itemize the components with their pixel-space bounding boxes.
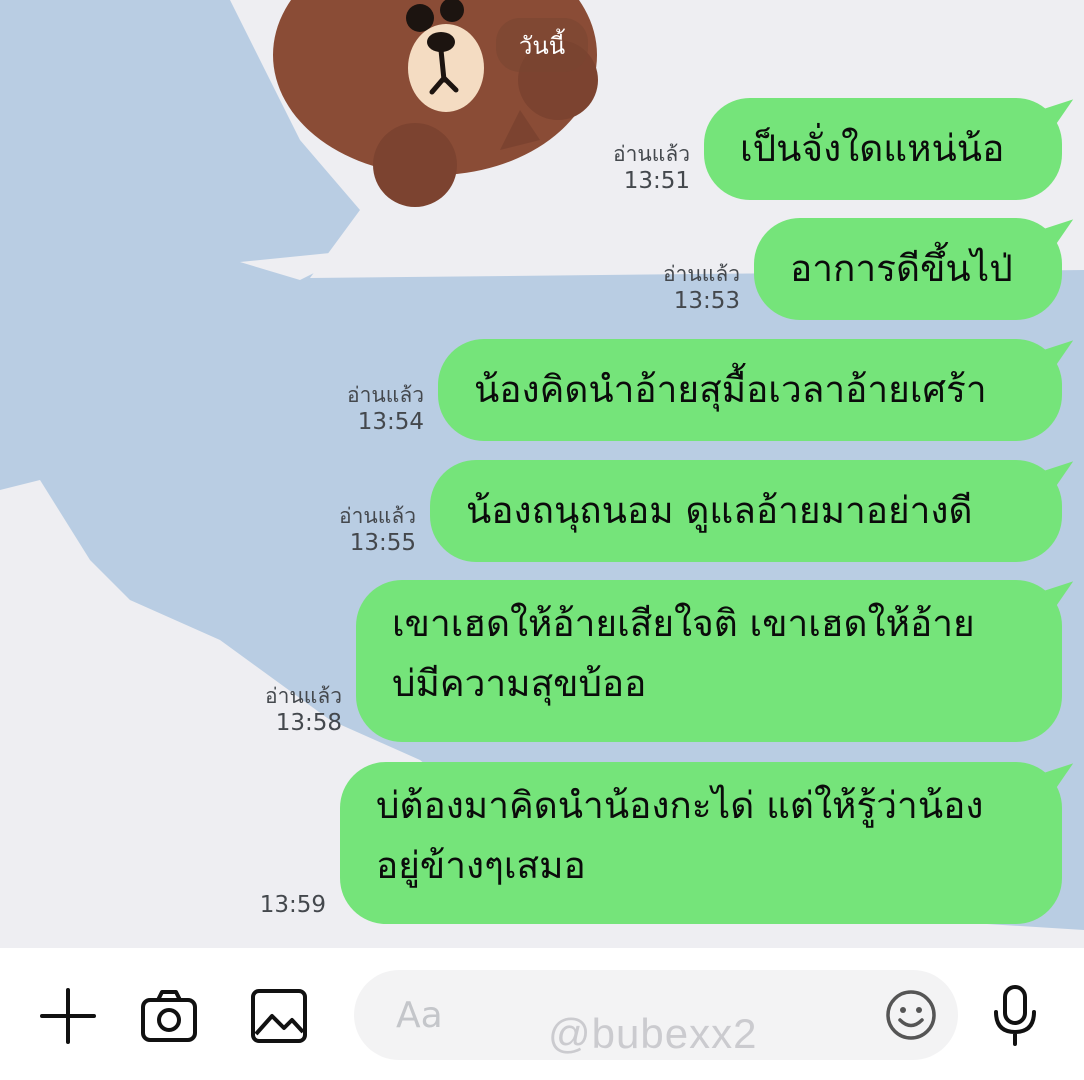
- emoji-icon[interactable]: [884, 988, 938, 1042]
- message-text: น้องถนุถนอม ดูแลอ้ายมาอย่างดี: [466, 489, 973, 532]
- message-meta: อ่านแล้ว 13:58: [265, 683, 342, 742]
- read-receipt: อ่านแล้ว: [265, 684, 342, 708]
- read-receipt: อ่านแล้ว: [613, 142, 690, 166]
- message-row: อ่านแล้ว 13:51 เป็นจั่งใดแหน่น้อ: [613, 98, 1082, 200]
- message-meta: อ่านแล้ว 13:54: [347, 382, 424, 441]
- message-input-bar: [0, 948, 1084, 1080]
- chat-area: วันนี้ อ่านแล้ว 13:51 เป็นจั่งใดแหน่น้อ …: [0, 0, 1084, 948]
- image-icon[interactable]: [250, 988, 308, 1044]
- message-row: 13:59 บ่ต้องมาคิดนำน้องกะได่ แต่ให้รู้ว่…: [260, 762, 1082, 924]
- message-text-line: บ่ต้องมาคิดนำน้องกะได่ แต่ให้รู้ว่าน้อง: [376, 784, 984, 827]
- read-receipt: อ่านแล้ว: [339, 504, 416, 528]
- message-meta: อ่านแล้ว 13:55: [339, 503, 416, 562]
- read-receipt: อ่านแล้ว: [347, 383, 424, 407]
- message-row: อ่านแล้ว 13:54 น้องคิดนำอ้ายสุมื้อเวลาอ้…: [347, 339, 1082, 441]
- plus-icon[interactable]: [38, 986, 98, 1046]
- message-text: อาการดีขึ้นไป่: [790, 247, 1013, 290]
- message-bubble[interactable]: เขาเฮดให้อ้ายเสียใจติ เขาเฮดให้อ้าย บ่มี…: [356, 580, 1082, 742]
- microphone-icon[interactable]: [990, 984, 1040, 1048]
- message-row: อ่านแล้ว 13:55 น้องถนุถนอม ดูแลอ้ายมาอย่…: [339, 460, 1082, 562]
- message-time: 13:54: [357, 409, 424, 436]
- message-text: น้องคิดนำอ้ายสุมื้อเวลาอ้ายเศร้า: [474, 368, 987, 411]
- message-meta: อ่านแล้ว 13:53: [663, 261, 740, 320]
- message-bubble[interactable]: อาการดีขึ้นไป่: [754, 218, 1082, 320]
- message-text-line: เขาเฮดให้อ้ายเสียใจติ เขาเฮดให้อ้าย: [392, 602, 975, 645]
- message-text: เป็นจั่งใดแหน่น้อ: [740, 127, 1005, 170]
- message-time: 13:59: [259, 892, 326, 919]
- message-meta: 13:59: [260, 891, 326, 924]
- message-time: 13:58: [275, 710, 342, 737]
- message-row: อ่านแล้ว 13:58 เขาเฮดให้อ้ายเสียใจติ เขา…: [265, 580, 1082, 742]
- message-bubble[interactable]: บ่ต้องมาคิดนำน้องกะได่ แต่ให้รู้ว่าน้อง …: [340, 762, 1082, 924]
- message-time: 13:55: [349, 530, 416, 557]
- message-text-line: บ่มีความสุขบ้ออ: [392, 662, 647, 705]
- message-bubble[interactable]: เป็นจั่งใดแหน่น้อ: [704, 98, 1082, 200]
- date-chip: วันนี้: [496, 18, 588, 72]
- message-time: 13:53: [673, 288, 740, 315]
- watermark: @bubexx2: [548, 1010, 758, 1057]
- message-bubble[interactable]: น้องถนุถนอม ดูแลอ้ายมาอย่างดี: [430, 460, 1082, 562]
- message-time: 13:51: [623, 168, 690, 195]
- read-receipt: อ่านแล้ว: [663, 262, 740, 286]
- message-bubble[interactable]: น้องคิดนำอ้ายสุมื้อเวลาอ้ายเศร้า: [438, 339, 1082, 441]
- message-row: อ่านแล้ว 13:53 อาการดีขึ้นไป่: [663, 218, 1082, 320]
- message-text-line: อยู่ข้างๆเสมอ: [376, 844, 586, 887]
- camera-icon[interactable]: [140, 988, 198, 1044]
- message-meta: อ่านแล้ว 13:51: [613, 141, 690, 200]
